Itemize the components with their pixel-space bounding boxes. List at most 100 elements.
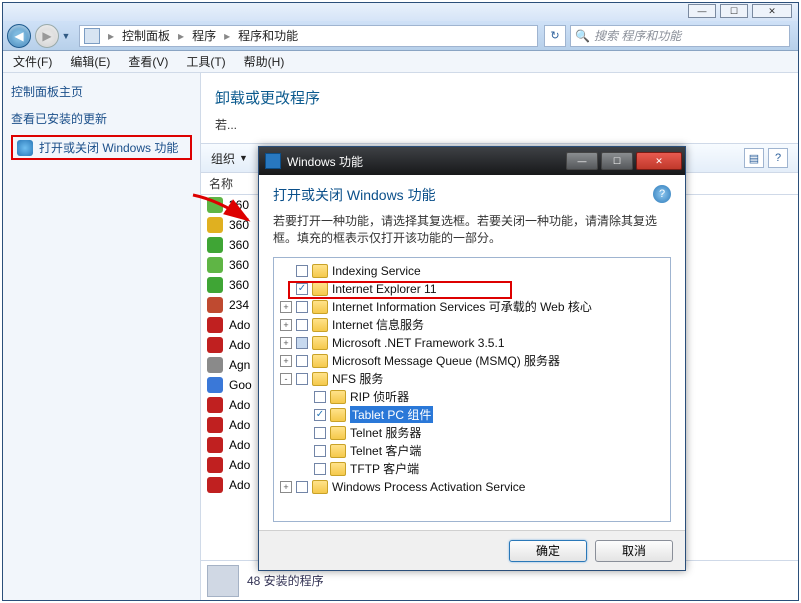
status-text: 48 安装的程序 [247,572,324,589]
feature-node[interactable]: + Microsoft .NET Framework 3.5.1 [276,334,668,352]
feature-node[interactable]: ✓ Tablet PC 组件 [276,406,668,424]
expand-icon[interactable]: + [280,337,292,349]
side-panel-home-link[interactable]: 控制面板主页 [11,83,192,100]
feature-label: Internet Information Services 可承载的 Web 核… [332,298,592,315]
feature-label: RIP 侦听器 [350,388,409,405]
dialog-button-row: 确定 取消 [259,530,685,570]
breadcrumb-programs[interactable]: 程序 [188,27,220,44]
collapse-icon[interactable]: - [280,373,292,385]
minimize-button[interactable]: — [688,4,716,18]
feature-checkbox[interactable] [314,463,326,475]
dialog-help-icon[interactable]: ? [653,185,671,203]
feature-label: Internet 信息服务 [332,316,424,333]
menu-view[interactable]: 查看(V) [128,53,168,70]
program-icon [207,377,223,393]
feature-node[interactable]: RIP 侦听器 [276,388,668,406]
feature-node[interactable]: +Microsoft Message Queue (MSMQ) 服务器 [276,352,668,370]
breadcrumb-control-panel[interactable]: 控制面板 [118,27,174,44]
folder-icon [312,336,328,350]
view-mode-button[interactable]: ▤ [744,148,764,168]
expand-placeholder [298,427,310,439]
feature-checkbox[interactable] [296,265,308,277]
folder-icon [312,372,328,386]
program-label: Ado [229,398,250,412]
search-input[interactable]: 🔍 搜索 程序和功能 [570,25,790,47]
feature-label: Telnet 服务器 [350,424,421,441]
feature-label: NFS 服务 [332,370,383,387]
feature-label: Microsoft .NET Framework 3.5.1 [332,336,505,350]
side-panel-updates-link[interactable]: 查看已安装的更新 [11,110,192,127]
menu-edit[interactable]: 编辑(E) [70,53,110,70]
feature-node[interactable]: Telnet 服务器 [276,424,668,442]
feature-node[interactable]: - NFS 服务 [276,370,668,388]
ok-button[interactable]: 确定 [509,540,587,562]
feature-checkbox[interactable] [296,301,308,313]
chevron-down-icon[interactable]: ▼ [239,153,248,163]
feature-checkbox[interactable] [296,337,308,349]
expand-icon[interactable]: + [280,301,292,313]
refresh-button[interactable]: ↻ [544,25,566,47]
program-icon [207,437,223,453]
menu-bar: 文件(F) 编辑(E) 查看(V) 工具(T) 帮助(H) [3,51,798,73]
feature-label: Tablet PC 组件 [350,406,433,423]
dialog-description: 若要打开一种功能，请选择其复选框。若要关闭一种功能，请清除其复选框。填充的框表示… [273,213,671,247]
feature-node[interactable]: +Windows Process Activation Service [276,478,668,496]
toolbar-organize[interactable]: 组织 [211,150,235,167]
feature-checkbox[interactable] [296,481,308,493]
dialog-titlebar[interactable]: Windows 功能 — ☐ ✕ [259,147,685,175]
expand-placeholder [298,445,310,457]
menu-tools[interactable]: 工具(T) [186,53,225,70]
feature-checkbox[interactable] [314,445,326,457]
program-label: Agn [229,358,250,372]
program-icon [207,477,223,493]
cancel-button[interactable]: 取消 [595,540,673,562]
folder-icon [330,408,346,422]
breadcrumb[interactable]: ▸ 控制面板 ▸ 程序 ▸ 程序和功能 [79,25,538,47]
search-icon: 🔍 [575,29,590,43]
feature-node[interactable]: Telnet 客户端 [276,442,668,460]
expand-icon[interactable]: + [280,481,292,493]
side-panel: 控制面板主页 查看已安装的更新 打开或关闭 Windows 功能 [3,73,201,600]
feature-checkbox[interactable]: ✓ [314,409,326,421]
windows-features-dialog: Windows 功能 — ☐ ✕ 打开或关闭 Windows 功能 ? 若要打开… [258,146,686,571]
program-icon [207,317,223,333]
program-label: 234 [229,298,249,312]
feature-node[interactable]: Indexing Service [276,262,668,280]
feature-checkbox[interactable] [296,355,308,367]
menu-file[interactable]: 文件(F) [13,53,52,70]
expand-icon[interactable]: + [280,355,292,367]
folder-icon [330,444,346,458]
program-icon [207,397,223,413]
folder-icon [312,300,328,314]
titlebar: — ☐ ✕ [3,3,798,21]
dialog-minimize-button[interactable]: — [566,152,598,170]
program-label: Ado [229,438,250,452]
program-label: Ado [229,338,250,352]
menu-help[interactable]: 帮助(H) [244,53,285,70]
close-button[interactable]: ✕ [752,4,792,18]
feature-node[interactable]: + Internet 信息服务 [276,316,668,334]
feature-label: Telnet 客户端 [350,442,421,459]
program-icon [207,417,223,433]
feature-checkbox[interactable] [314,391,326,403]
feature-checkbox[interactable] [296,319,308,331]
maximize-button[interactable]: ☐ [720,4,748,18]
dialog-close-button[interactable]: ✕ [636,152,682,170]
feature-checkbox[interactable] [314,427,326,439]
side-panel-windows-features-link[interactable]: 打开或关闭 Windows 功能 [11,135,192,160]
feature-node[interactable]: + Internet Information Services 可承载的 Web … [276,298,668,316]
expand-icon[interactable]: + [280,319,292,331]
feature-node[interactable]: TFTP 客户端 [276,460,668,478]
breadcrumb-programs-features[interactable]: 程序和功能 [234,27,302,44]
feature-checkbox[interactable] [296,373,308,385]
nav-history-dropdown[interactable]: ▼ [59,24,73,48]
folder-icon [312,354,328,368]
annotation-red-box-ie [288,281,512,299]
program-icon [207,277,223,293]
help-button[interactable]: ? [768,148,788,168]
dialog-maximize-button[interactable]: ☐ [601,152,633,170]
nav-back-button[interactable]: ◀ [7,24,31,48]
program-label: Ado [229,458,250,472]
nav-forward-button[interactable]: ▶ [35,24,59,48]
page-subtitle: 若... [201,112,798,143]
